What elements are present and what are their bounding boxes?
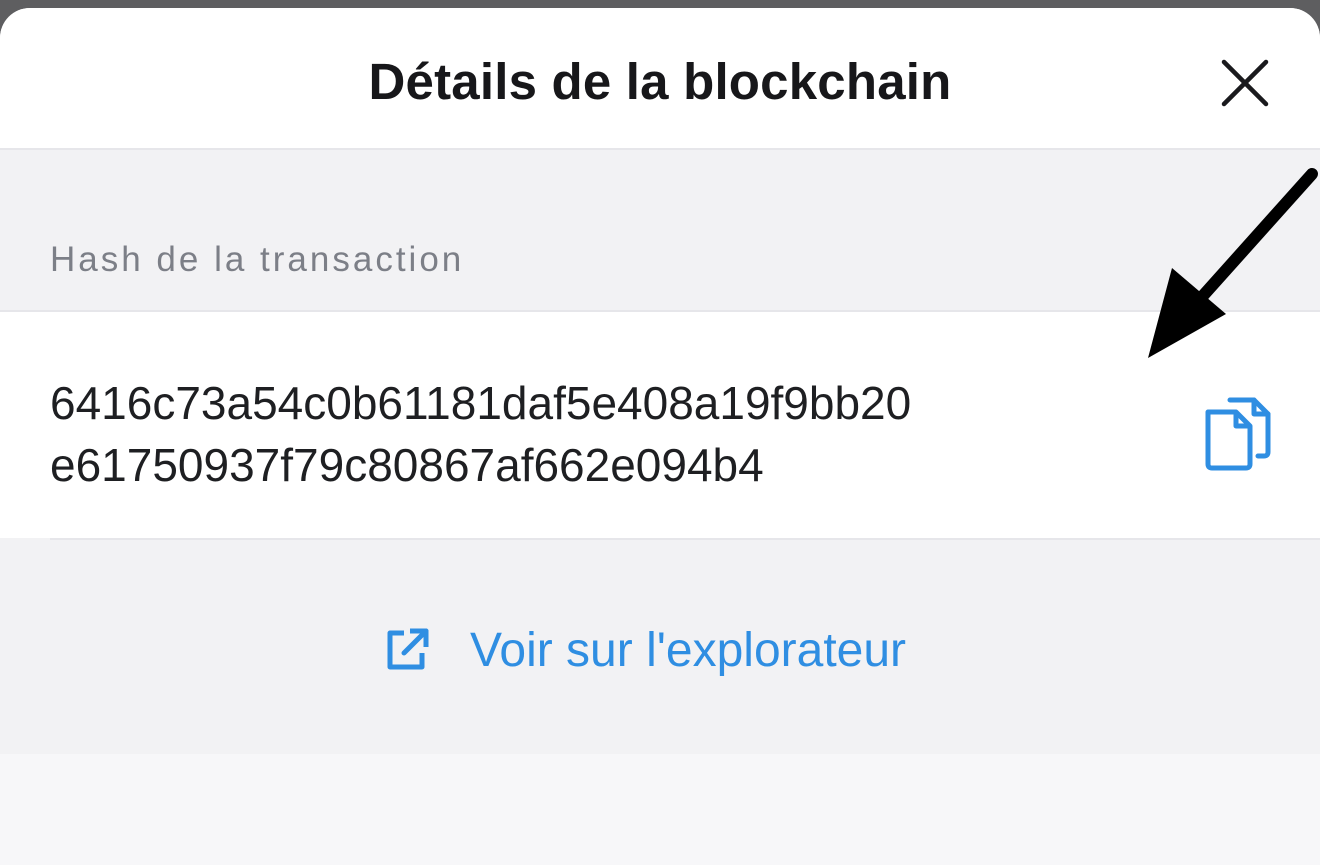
explorer-link-label: Voir sur l'explorateur (470, 623, 907, 677)
copy-hash-button[interactable] (1196, 392, 1282, 472)
blockchain-details-sheet: Détails de la blockchain Hash de la tran… (0, 8, 1320, 865)
close-icon (1221, 59, 1269, 107)
hash-line: 6416c73a54c0b61181daf5e408a19f9bb20 (50, 377, 912, 429)
transaction-hash-card: 6416c73a54c0b61181daf5e408a19f9bb20 e617… (0, 310, 1320, 538)
transaction-hash-label: Hash de la transaction (50, 240, 465, 279)
bottom-area (0, 754, 1320, 865)
sheet-header: Détails de la blockchain (0, 8, 1320, 150)
pointer-arrow-icon (1130, 168, 1320, 378)
page-title: Détails de la blockchain (368, 53, 952, 110)
external-link-icon (387, 628, 429, 670)
view-on-explorer-link[interactable]: Voir sur l'explorateur (382, 620, 906, 680)
explorer-row: Voir sur l'explorateur (0, 540, 1320, 754)
close-button[interactable] (1208, 46, 1282, 120)
transaction-hash-value[interactable]: 6416c73a54c0b61181daf5e408a19f9bb20 e617… (50, 372, 1090, 496)
hash-line: e61750937f79c80867af662e094b4 (50, 439, 764, 491)
copy-icon (1205, 397, 1271, 471)
